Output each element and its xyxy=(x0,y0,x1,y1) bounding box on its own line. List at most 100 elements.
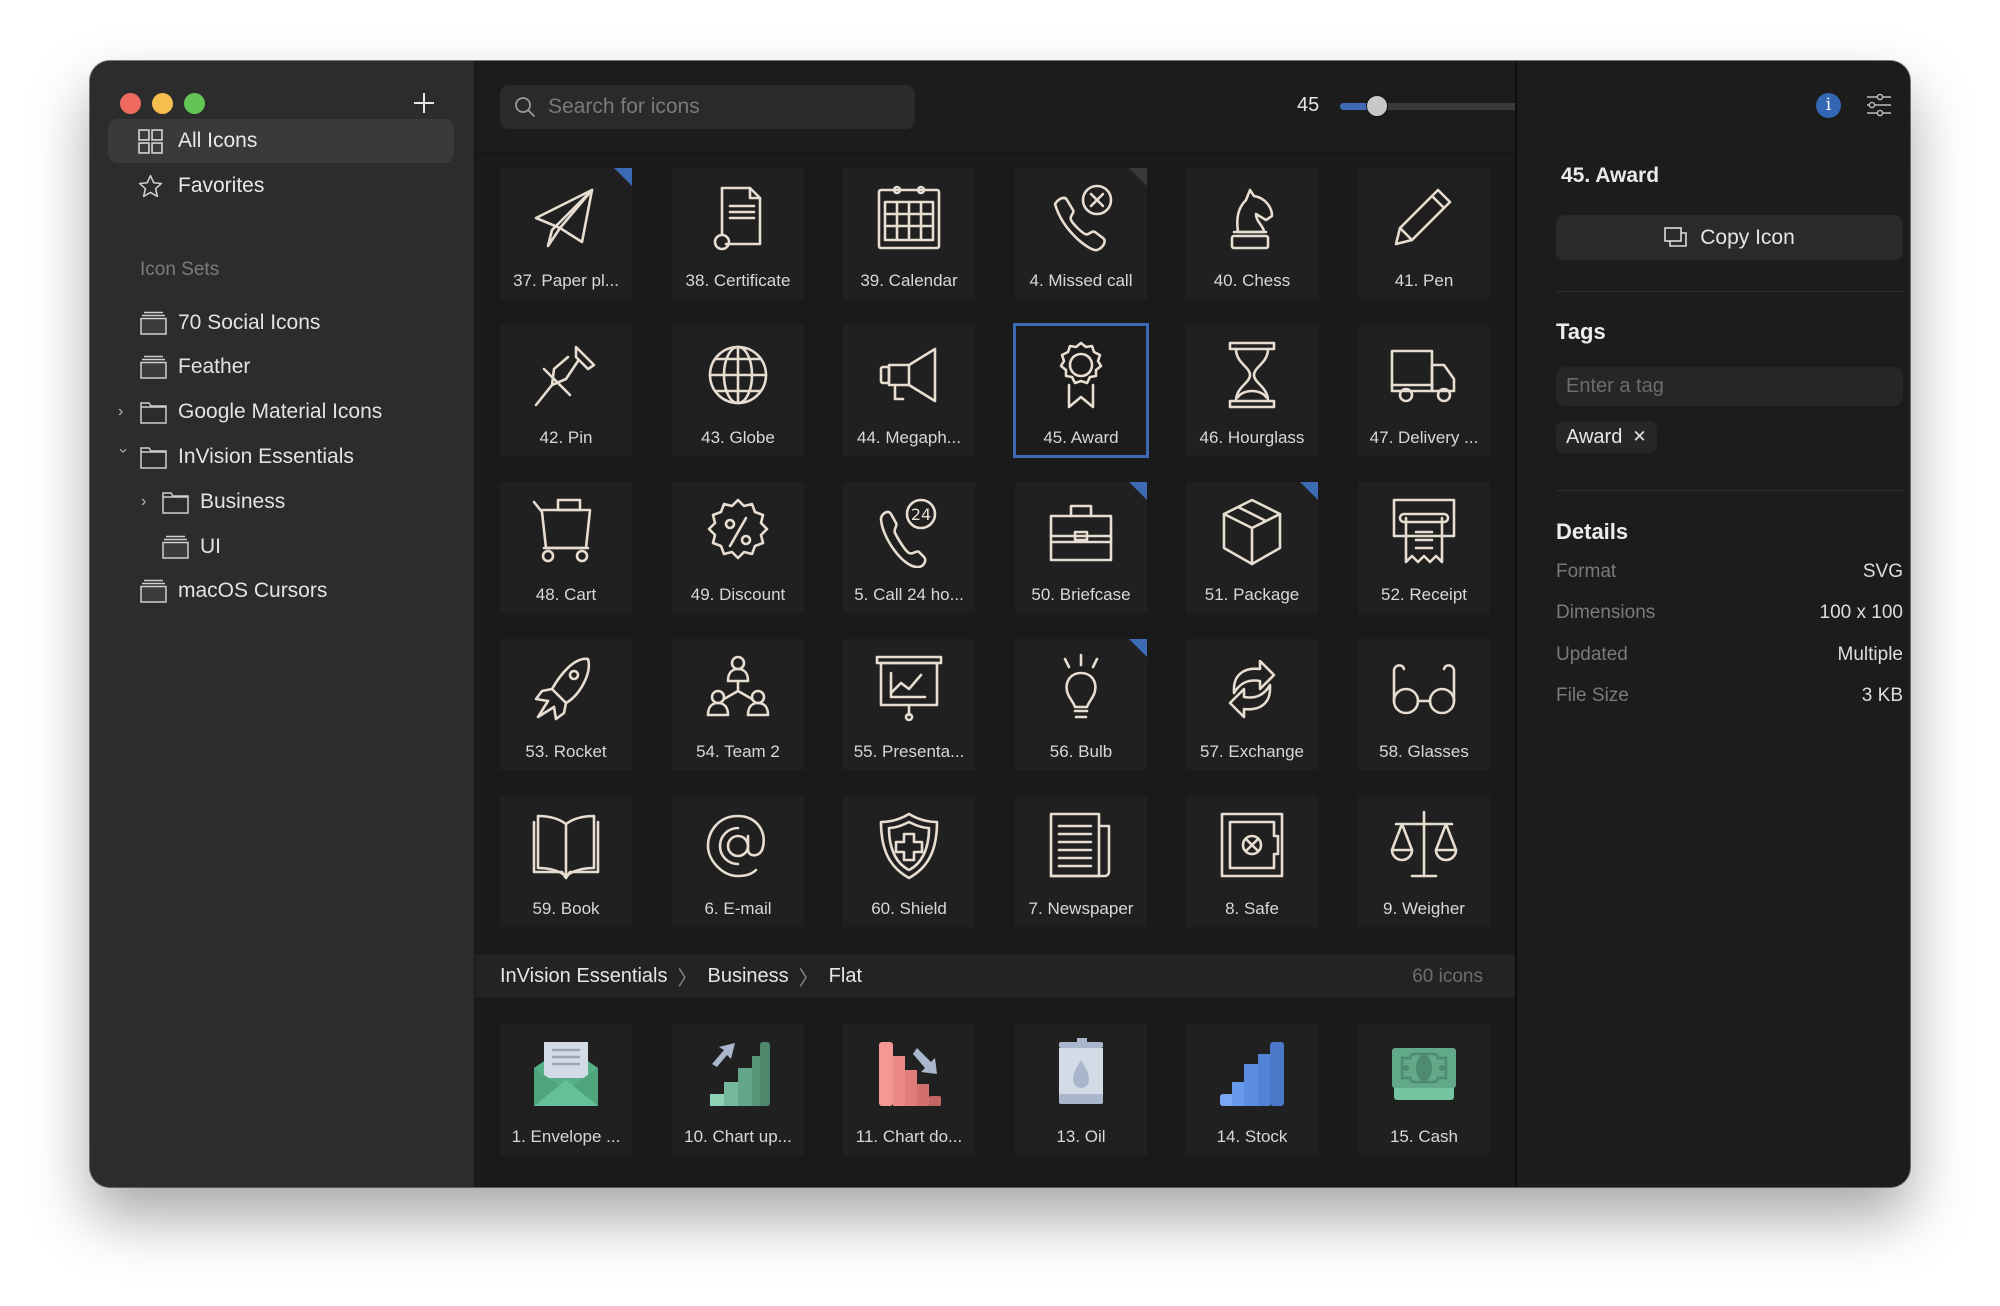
icon-tile-label: 4. Missed call xyxy=(1029,271,1133,290)
sidebar-item-macos-cursors[interactable]: macOS Cursors xyxy=(90,571,475,611)
detail-key: File Size xyxy=(1556,685,1629,706)
icon-tile[interactable]: 49. Discount xyxy=(672,482,804,613)
favorite-marker-icon xyxy=(1129,639,1147,657)
sliders-icon[interactable] xyxy=(1866,92,1892,118)
icon-tile[interactable]: 9. Weigher xyxy=(1358,796,1490,927)
sidebar-item-ui[interactable]: UI xyxy=(90,527,475,567)
zoom-window-button[interactable] xyxy=(184,93,205,114)
icon-tile[interactable]: 46. Hourglass xyxy=(1186,325,1318,456)
icon-tile[interactable]: 1. Envelope ... xyxy=(500,1024,632,1155)
icon-tile[interactable]: 57. Exchange xyxy=(1186,639,1318,770)
rocket-icon xyxy=(534,657,591,721)
cart-icon xyxy=(532,498,592,563)
stack-icon xyxy=(162,535,189,559)
icon-tile[interactable]: 48. Cart xyxy=(500,482,632,613)
icon-tile[interactable]: 11. Chart do... xyxy=(843,1024,975,1155)
icon-tile[interactable]: 24 5. Call 24 ho... xyxy=(843,482,975,613)
icon-tile[interactable]: 44. Megaph... xyxy=(843,325,975,456)
icon-tile[interactable]: 42. Pin xyxy=(500,325,632,456)
icon-tile[interactable]: 56. Bulb xyxy=(1015,639,1147,770)
chevron-right-icon[interactable]: › xyxy=(118,404,132,420)
tag-input[interactable] xyxy=(1556,367,1903,406)
details-heading: Details xyxy=(1556,519,1629,544)
icon-tile[interactable]: 50. Briefcase xyxy=(1015,482,1147,613)
icon-tile-label: 41. Pen xyxy=(1394,271,1454,290)
breadcrumb-item[interactable]: InVision Essentials xyxy=(500,965,668,988)
search-field[interactable] xyxy=(500,85,915,129)
icon-tile[interactable]: 40. Chess xyxy=(1186,168,1318,299)
icon-tile-label: 42. Pin xyxy=(539,428,593,447)
sidebar-item-invision-essentials[interactable]: › InVision Essentials xyxy=(90,437,475,477)
icon-tile-label: 14. Stock xyxy=(1216,1127,1288,1146)
minimize-window-button[interactable] xyxy=(152,93,173,114)
sidebar-item-feather[interactable]: Feather xyxy=(90,347,475,387)
detail-value: SVG xyxy=(1862,561,1903,582)
close-window-button[interactable] xyxy=(120,93,141,114)
sidebar-item-favorites[interactable]: Favorites xyxy=(108,164,454,208)
icon-sets-heading: Icon Sets xyxy=(140,259,220,280)
sidebar-item-70-social-icons[interactable]: 70 Social Icons xyxy=(90,303,475,343)
icon-tile-label: 57. Exchange xyxy=(1200,742,1304,761)
icon-tile[interactable]: 7. Newspaper xyxy=(1015,796,1147,927)
plus-icon[interactable] xyxy=(410,89,438,117)
divider xyxy=(1556,291,1903,292)
icon-tile[interactable]: 45. Award xyxy=(1013,323,1149,458)
detail-row-dimensions: Dimensions 100 x 100 xyxy=(1556,602,1903,630)
sidebar-item-google-material-icons[interactable]: › Google Material Icons xyxy=(90,392,475,432)
icon-tile[interactable]: 55. Presenta... xyxy=(843,639,975,770)
info-icon[interactable]: i xyxy=(1816,93,1841,118)
icon-tile-label: 51. Package xyxy=(1204,585,1300,604)
breadcrumb-item[interactable]: Business xyxy=(708,965,789,988)
chevron-down-icon[interactable]: › xyxy=(115,448,132,462)
icon-tile[interactable]: 51. Package xyxy=(1186,482,1318,613)
search-input[interactable] xyxy=(548,85,908,129)
icon-tile[interactable]: 58. Glasses xyxy=(1358,639,1490,770)
marker-icon xyxy=(1129,168,1147,186)
icon-tile-label: 56. Bulb xyxy=(1049,742,1113,761)
icon-tile[interactable]: 37. Paper pl... xyxy=(500,168,632,299)
paper-plane-icon xyxy=(534,188,594,248)
icon-tile[interactable]: 60. Shield xyxy=(843,796,975,927)
icon-tile[interactable]: 6. E-mail xyxy=(672,796,804,927)
icon-tile[interactable]: 41. Pen xyxy=(1358,168,1490,299)
sidebar-item-label: macOS Cursors xyxy=(178,579,328,602)
sidebar-item-all-icons[interactable]: All Icons xyxy=(108,119,454,163)
oil-can-icon xyxy=(1059,1038,1103,1104)
icon-tile[interactable]: 54. Team 2 xyxy=(672,639,804,770)
safe-icon xyxy=(1220,812,1284,878)
missed-call-icon xyxy=(1053,184,1113,252)
icon-tile[interactable]: 43. Globe xyxy=(672,325,804,456)
icon-tile-label: 15. Cash xyxy=(1389,1127,1459,1146)
icon-tile[interactable]: 53. Rocket xyxy=(500,639,632,770)
icon-tile[interactable]: 14. Stock xyxy=(1186,1024,1318,1155)
divider xyxy=(1556,490,1903,491)
icon-tile[interactable]: 39. Calendar xyxy=(843,168,975,299)
icon-tile[interactable]: 38. Certificate xyxy=(672,168,804,299)
stack-icon xyxy=(140,579,167,603)
icon-tile-label: 58. Glasses xyxy=(1379,742,1469,761)
icon-tile-label: 6. E-mail xyxy=(704,899,772,918)
icon-tile[interactable]: 8. Safe xyxy=(1186,796,1318,927)
slider-thumb[interactable] xyxy=(1366,95,1389,117)
remove-tag-icon[interactable]: ✕ xyxy=(1632,427,1646,447)
icon-tile[interactable]: 13. Oil xyxy=(1015,1024,1147,1155)
breadcrumb-item[interactable]: Flat xyxy=(829,965,862,988)
sidebar-item-business[interactable]: › Business xyxy=(90,482,475,522)
icon-tile[interactable]: 10. Chart up... xyxy=(672,1024,804,1155)
icon-tile[interactable]: 47. Delivery ... xyxy=(1358,325,1490,456)
detail-value: 3 KB xyxy=(1861,685,1903,706)
icon-tile-label: 9. Weigher xyxy=(1383,899,1465,918)
tags-heading: Tags xyxy=(1556,319,1606,344)
sidebar-item-label: Favorites xyxy=(178,174,265,197)
icon-tile[interactable]: 59. Book xyxy=(500,796,632,927)
icon-tile[interactable]: 15. Cash xyxy=(1358,1024,1490,1155)
icon-tile-label: 43. Globe xyxy=(701,428,775,447)
call-24-icon: 24 xyxy=(879,498,937,568)
team-icon xyxy=(706,655,770,717)
chevron-right-icon[interactable]: › xyxy=(141,494,155,510)
icon-tile[interactable]: 4. Missed call xyxy=(1015,168,1147,299)
copy-icon-button[interactable]: Copy Icon xyxy=(1556,215,1903,260)
detail-key: Updated xyxy=(1556,644,1628,665)
icon-tile[interactable]: 52. Receipt xyxy=(1358,482,1490,613)
delivery-truck-icon xyxy=(1390,349,1456,403)
